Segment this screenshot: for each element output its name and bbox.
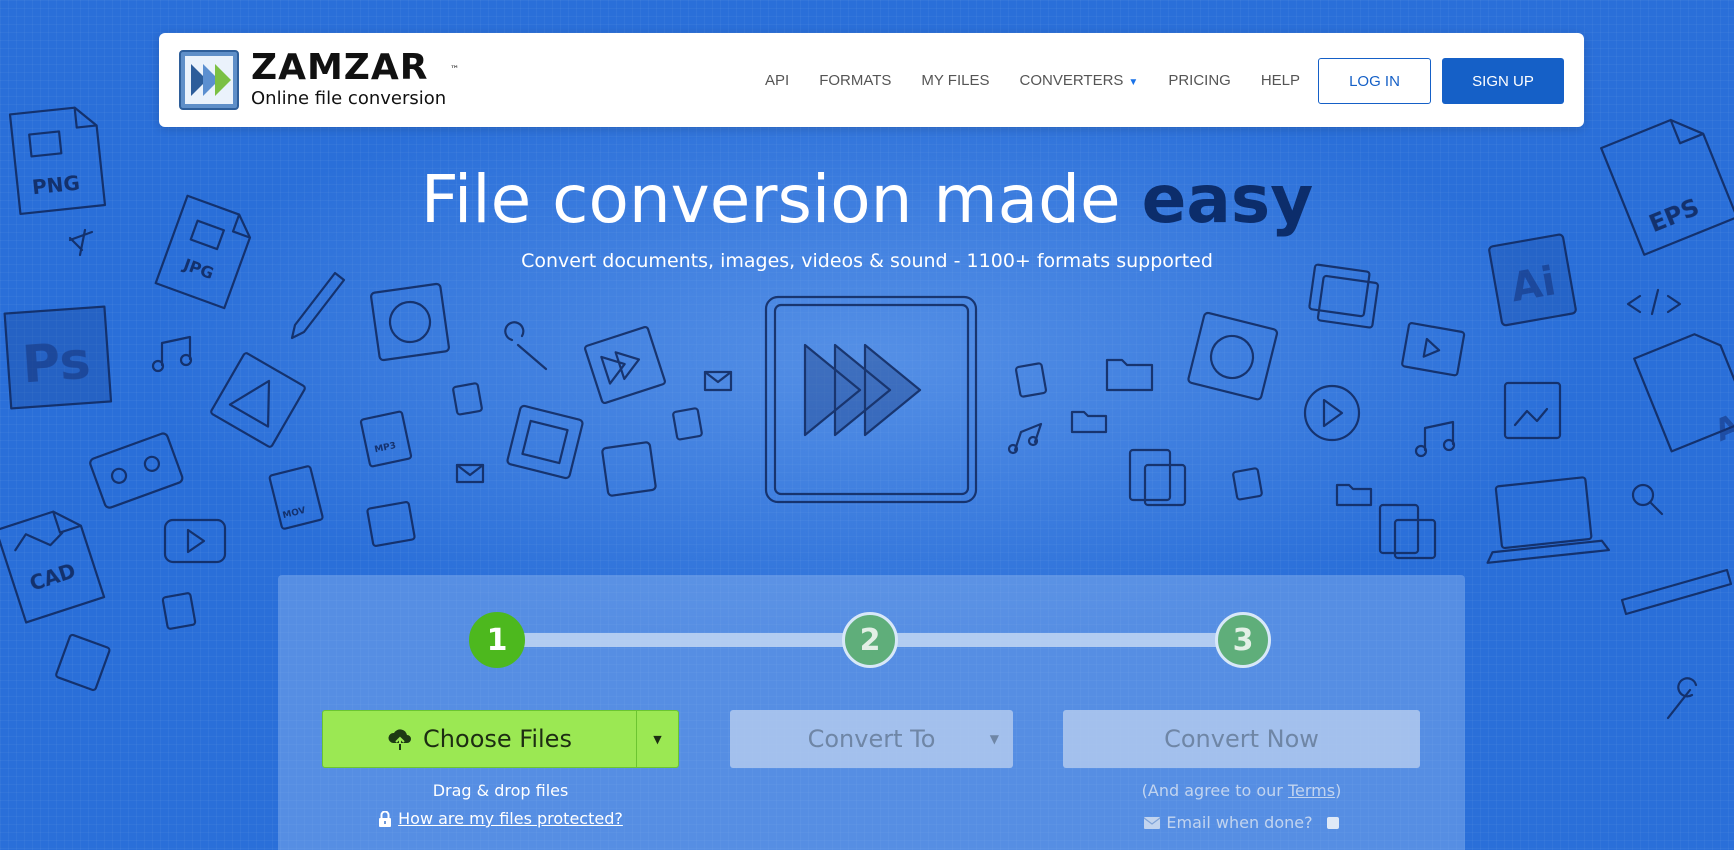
nav-help[interactable]: HELP <box>1261 72 1300 89</box>
email-when-done-label: Email when done? <box>1166 813 1313 832</box>
magnifier-icon <box>1631 483 1664 516</box>
music-note-icon <box>1007 422 1043 455</box>
lock-icon <box>379 810 392 827</box>
clipboard-icon <box>1378 503 1437 560</box>
photo-frame-icon <box>1503 381 1562 440</box>
agree-suffix: ) <box>1335 781 1342 800</box>
mp3-file-icon <box>359 410 413 468</box>
wrench-icon <box>504 321 548 371</box>
nav-my-files[interactable]: MY FILES <box>921 72 989 89</box>
laptop-icon <box>1486 476 1610 564</box>
cd-file-icon <box>55 633 111 692</box>
choose-files-dropdown[interactable]: ▼ <box>636 711 678 767</box>
drag-drop-note: Drag & drop files <box>432 781 569 800</box>
wrench-icon <box>1666 677 1698 720</box>
choose-files-group: Choose Files ▼ <box>322 710 679 768</box>
small-doc-icon <box>672 407 703 441</box>
caret-down-icon: ▼ <box>1128 76 1139 88</box>
converter-panel: 1 2 3 Choose Files ▼ Convert To ▼ Conver… <box>278 575 1465 850</box>
terms-agree-note: (And agree to our Terms) <box>1063 781 1420 800</box>
convert-now-button[interactable]: Convert Now <box>1063 710 1420 768</box>
hero-title-main: File conversion made <box>420 161 1142 238</box>
film-icon <box>506 404 584 480</box>
envelope-icon <box>703 370 733 392</box>
cloud-upload-icon <box>388 729 412 750</box>
ai-file-icon <box>1633 333 1734 453</box>
choose-files-label: Choose Files <box>423 725 572 753</box>
main-nav: API FORMATS MY FILES CONVERTERS ▼ PRICING… <box>765 33 1330 127</box>
mov-label: MOV <box>282 506 307 521</box>
convert-to-select[interactable]: Convert To ▼ <box>730 710 1013 768</box>
site-header: ZAMZAR ™ Online file conversion API FORMA… <box>159 33 1584 127</box>
folder-icon <box>1105 358 1154 392</box>
signup-button[interactable]: SIGN UP <box>1442 58 1564 104</box>
contact-card-icon <box>601 441 657 497</box>
central-logo-doodle <box>764 295 978 504</box>
trademark: ™ <box>450 65 461 75</box>
cassette-icon <box>89 432 184 509</box>
hero-subtitle: Convert documents, images, videos & soun… <box>521 250 1213 272</box>
caret-down-icon: ▼ <box>989 732 999 746</box>
convert-to-label: Convert To <box>807 725 936 753</box>
refresh-box-icon <box>370 282 450 362</box>
video-play-icon <box>163 518 227 564</box>
nav-pricing[interactable]: PRICING <box>1168 72 1231 89</box>
agree-prefix: (And agree to our <box>1141 781 1288 800</box>
step-1-indicator: 1 <box>469 612 525 668</box>
gallery-icon <box>1308 263 1380 329</box>
refresh-box-icon <box>1187 311 1279 401</box>
ps-label: Ps <box>20 331 92 396</box>
hero-title-emphasis: easy <box>1141 161 1314 238</box>
ai-file-icon <box>1488 233 1577 327</box>
small-doc-icon <box>161 592 197 630</box>
mp3-label: MP3 <box>374 441 397 455</box>
nav-formats[interactable]: FORMATS <box>819 72 891 89</box>
email-when-done-row: Email when done? <box>1063 813 1420 832</box>
convert-now-label: Convert Now <box>1164 725 1319 753</box>
zamzar-logo-icon <box>179 50 239 110</box>
step-2-indicator: 2 <box>842 612 898 668</box>
pencil-icon <box>290 271 346 340</box>
music-note-icon <box>151 335 193 373</box>
folder-icon <box>1335 483 1373 507</box>
film-strip-icon <box>1401 322 1466 377</box>
photoshop-icon <box>3 305 113 410</box>
cad-file-icon <box>0 510 106 624</box>
envelope-icon <box>1144 816 1161 829</box>
video-play-icon <box>1303 384 1361 442</box>
choose-files-button[interactable]: Choose Files <box>323 711 636 767</box>
music-note-icon <box>1414 420 1456 458</box>
email-when-done-checkbox[interactable] <box>1326 816 1339 829</box>
folder-icon <box>1070 410 1108 434</box>
brand-tagline: Online file conversion <box>251 88 447 109</box>
terms-link[interactable]: Terms <box>1288 781 1335 800</box>
step-3-indicator: 3 <box>1215 612 1271 668</box>
code-brackets-icon <box>1626 288 1682 316</box>
nav-converters[interactable]: CONVERTERS ▼ <box>1020 72 1139 89</box>
small-doc-icon <box>1232 467 1263 501</box>
files-protected-row: How are my files protected? <box>322 809 679 828</box>
zamzar-logo[interactable]: ZAMZAR ™ Online file conversion <box>179 47 459 111</box>
ai-label-2: Ai <box>1710 404 1734 449</box>
files-protected-link[interactable]: How are my files protected? <box>398 809 623 828</box>
login-button[interactable]: LOG IN <box>1318 58 1431 104</box>
hero-title: File conversion made easy <box>0 160 1734 240</box>
envelope-icon <box>455 463 485 484</box>
caret-down-icon: ▼ <box>653 732 662 746</box>
nav-converters-label: CONVERTERS <box>1019 71 1124 89</box>
image-file-icon <box>366 501 416 547</box>
nav-api[interactable]: API <box>765 72 789 89</box>
small-doc-icon <box>452 382 483 416</box>
play-box-icon <box>584 325 666 405</box>
clipboard-icon <box>1128 448 1187 507</box>
cad-label: CAD <box>27 558 79 595</box>
triangle-card-icon <box>210 352 306 448</box>
small-doc-icon <box>1014 362 1048 398</box>
brand-name: ZAMZAR <box>251 47 429 88</box>
mov-file-icon <box>268 465 324 530</box>
ruler-icon <box>1620 568 1733 616</box>
